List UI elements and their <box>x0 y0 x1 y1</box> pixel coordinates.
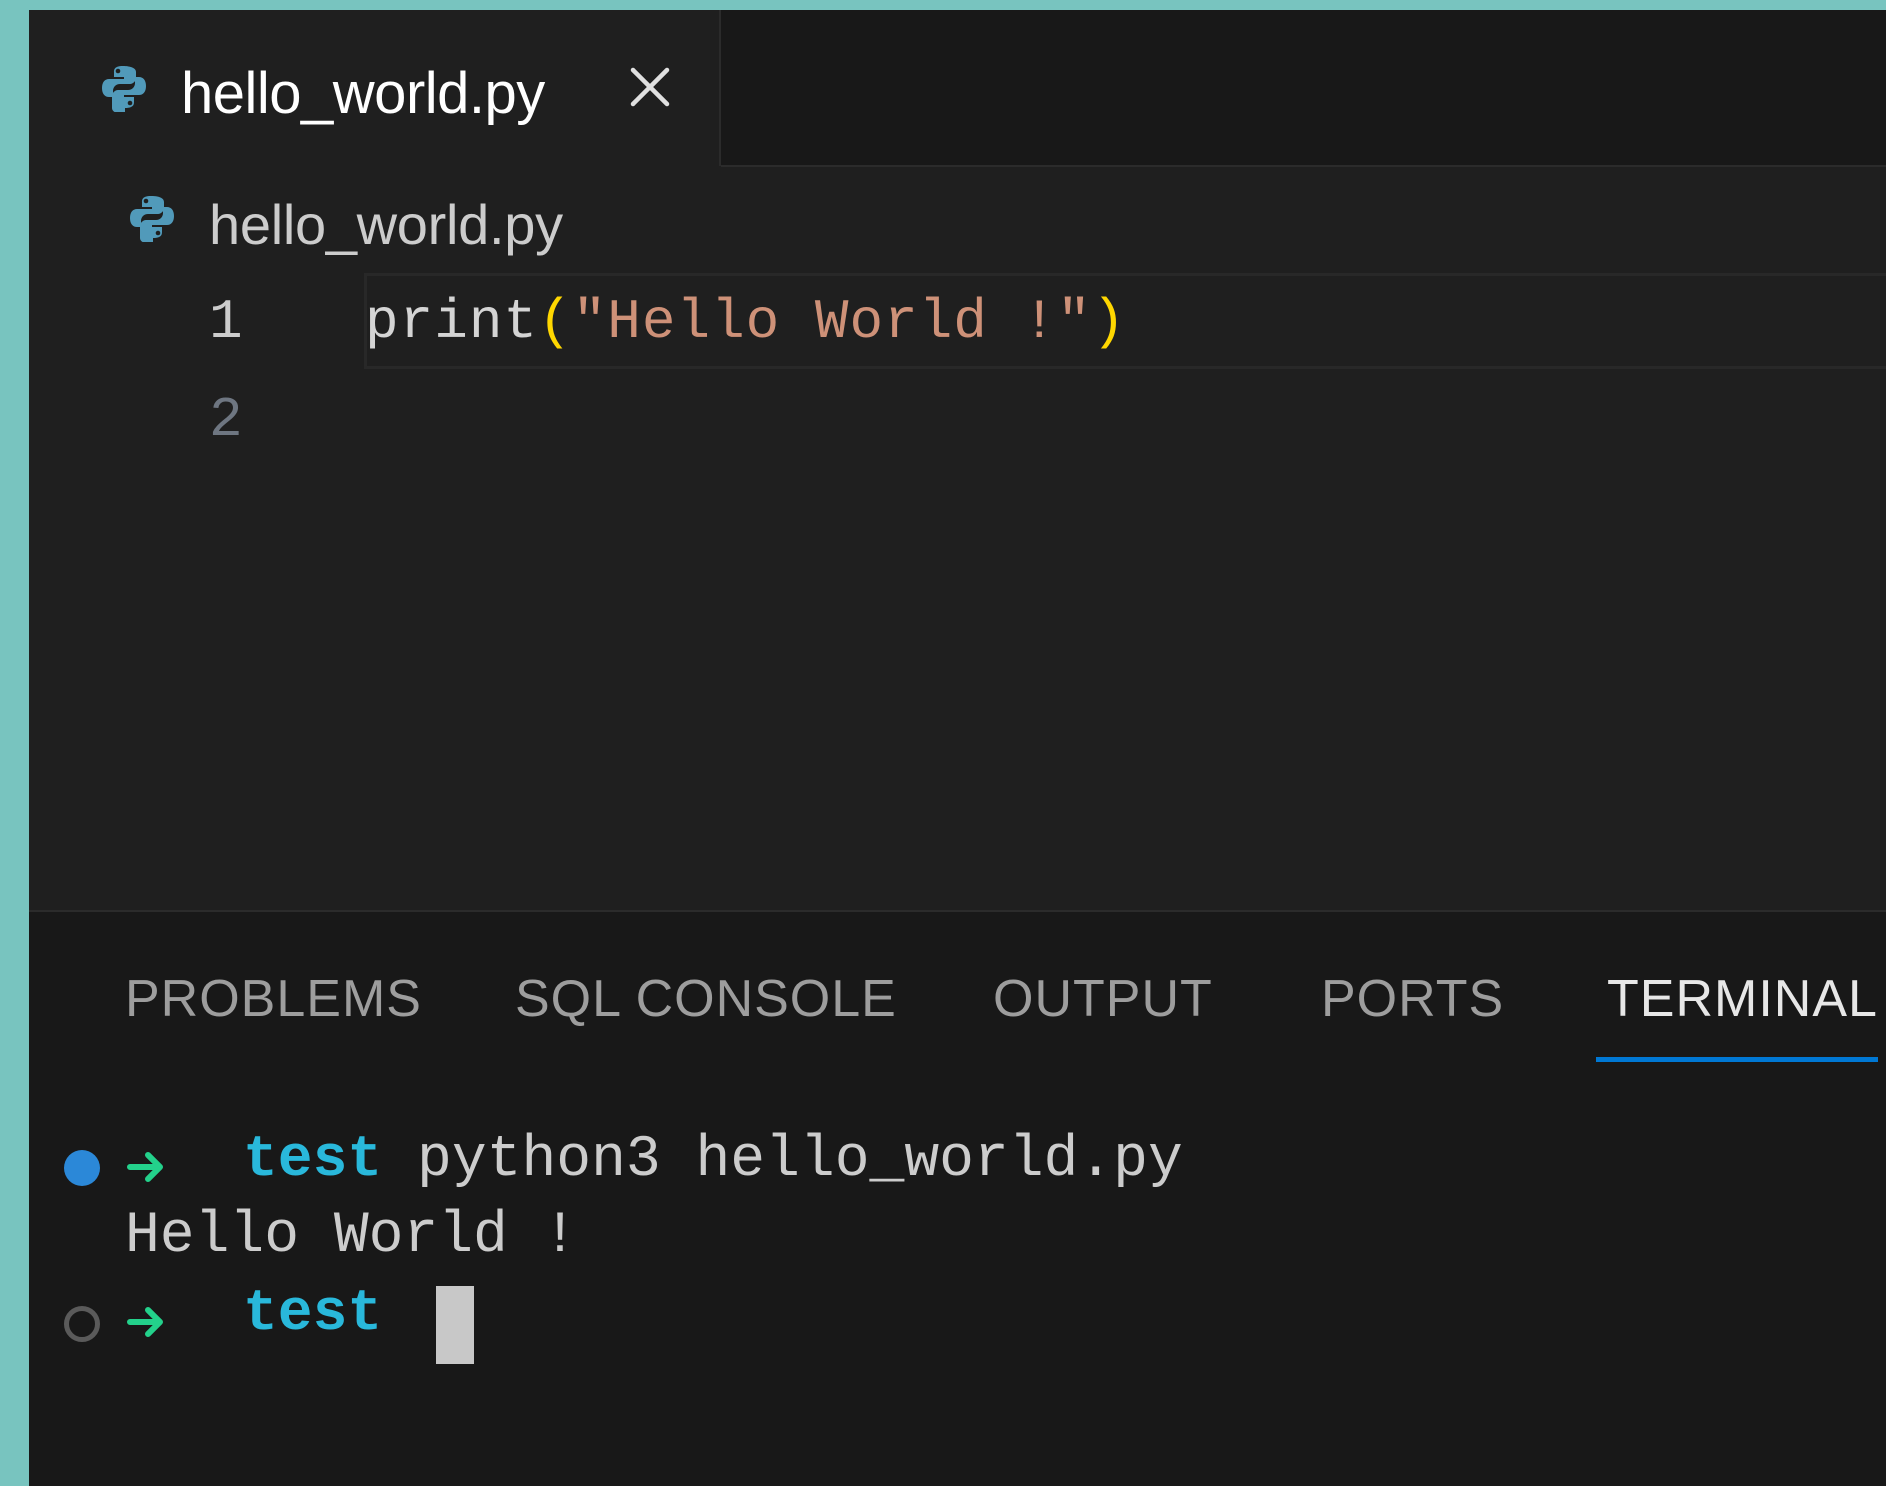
tab-ports[interactable]: PORTS <box>1321 969 1504 1029</box>
terminal-prompt-line: test <box>243 1282 382 1347</box>
tab-problems[interactable]: PROBLEMS <box>125 969 422 1029</box>
breadcrumb-file[interactable]: hello_world.py <box>209 192 563 257</box>
line-number: 2 <box>209 388 243 452</box>
command-success-dot-icon[interactable] <box>64 1150 100 1186</box>
bottom-panel: PROBLEMS SQL CONSOLE OUTPUT PORTS TERMIN… <box>29 910 1886 1486</box>
panel-tab-bar: PROBLEMS SQL CONSOLE OUTPUT PORTS TERMIN… <box>29 912 1886 1062</box>
editor-tab-hello-world[interactable]: hello_world.py <box>29 10 721 166</box>
code-paren-token: ) <box>1091 290 1127 354</box>
editor-tab-bar: hello_world.py <box>29 10 1886 167</box>
terminal-command: python3 hello_world.py <box>417 1128 1183 1193</box>
active-tab-indicator <box>1596 1057 1878 1062</box>
tab-sql-console[interactable]: SQL CONSOLE <box>515 969 897 1029</box>
vscode-window: hello_world.py hello_world.py 1 2 print(… <box>29 10 1886 1486</box>
code-paren-token: ( <box>538 290 573 354</box>
command-pending-circle-icon[interactable] <box>64 1306 100 1342</box>
code-line[interactable]: print("Hello World !") <box>365 290 1126 354</box>
prompt-arrow-icon <box>127 1152 163 1182</box>
python-icon <box>102 66 146 112</box>
terminal-cwd: test <box>243 1282 383 1347</box>
tab-terminal[interactable]: TERMINAL <box>1607 969 1878 1029</box>
terminal-output: Hello World ! <box>125 1204 578 1269</box>
code-string-token: "Hello World !" <box>572 290 1092 354</box>
terminal-cursor <box>436 1286 474 1364</box>
line-number: 1 <box>209 290 243 354</box>
close-icon[interactable] <box>625 62 675 112</box>
tab-bar-divider <box>721 165 1886 167</box>
terminal-command-line: test python3 hello_world.py <box>243 1128 1183 1193</box>
code-function-token: print <box>365 290 539 354</box>
terminal-cwd: test <box>243 1128 383 1193</box>
tab-output[interactable]: OUTPUT <box>993 969 1213 1029</box>
python-icon <box>130 196 174 242</box>
tab-label: hello_world.py <box>181 61 545 126</box>
prompt-arrow-icon <box>127 1307 163 1337</box>
